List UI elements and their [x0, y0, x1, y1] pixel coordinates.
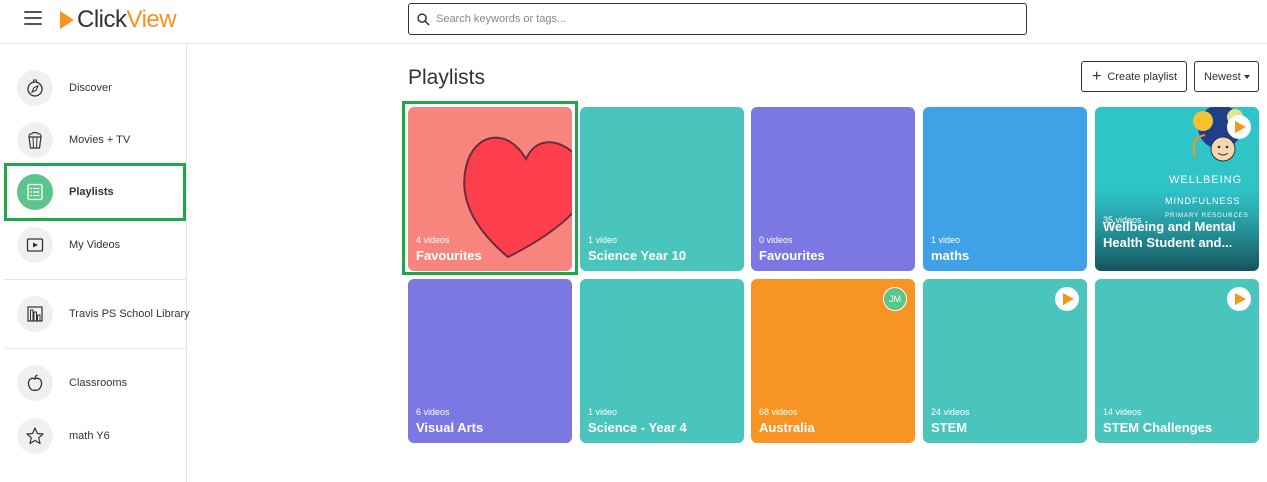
- card-title: STEM: [931, 420, 968, 435]
- logo-play-icon: [60, 11, 74, 29]
- heart-icon: [463, 136, 572, 259]
- search-input[interactable]: [436, 13, 1026, 25]
- menu-icon[interactable]: [24, 11, 42, 27]
- sidebar-item-classrooms[interactable]: Classrooms: [4, 357, 186, 409]
- sidebar-item-math-y6[interactable]: math Y6: [4, 410, 186, 462]
- logo-text-view: View: [126, 6, 177, 33]
- card-title: Australia: [759, 420, 815, 435]
- card-title: Science - Year 4: [588, 420, 687, 435]
- playlist-icon-wrap: [17, 174, 53, 210]
- sidebar-item-my-videos[interactable]: My Videos: [4, 219, 186, 271]
- card-title: Wellbeing and Mental Health Student and.…: [1103, 219, 1236, 250]
- top-bar: ClickView: [0, 0, 1267, 44]
- compass-icon-wrap: [17, 70, 53, 106]
- sidebar-divider: [4, 348, 186, 349]
- playlist-card-favourites[interactable]: 4 videos Favourites: [408, 107, 572, 271]
- card-video-count: 4 videos: [416, 235, 450, 245]
- card-video-count: 68 videos: [759, 407, 798, 417]
- popcorn-icon: [28, 131, 42, 149]
- plus-icon: +: [1092, 67, 1102, 85]
- playlist-card-visual-arts[interactable]: 6 videos Visual Arts: [408, 279, 572, 443]
- logo-text: ClickView: [77, 6, 177, 34]
- logo-text-click: Click: [77, 6, 127, 33]
- card-video-count: 1 video: [931, 235, 961, 245]
- apple-icon: [27, 374, 43, 391]
- playlist-card-favourites-2[interactable]: 0 videos Favourites: [751, 107, 915, 271]
- sidebar-divider: [4, 279, 186, 280]
- clickview-logo[interactable]: ClickView: [60, 6, 177, 34]
- play-icon[interactable]: [1055, 287, 1079, 311]
- star-icon-wrap: [17, 418, 53, 454]
- card-video-count: 14 videos: [1103, 407, 1142, 417]
- playlist-card-stem[interactable]: 24 videos STEM: [923, 279, 1087, 443]
- compass-icon: [27, 79, 43, 97]
- sort-dropdown[interactable]: Newest: [1194, 61, 1259, 92]
- playlist-card-stem-challenges[interactable]: 14 videos STEM Challenges: [1095, 279, 1259, 443]
- library-icon: [27, 306, 43, 322]
- play-icon[interactable]: [1227, 287, 1251, 311]
- playlist-icon: [27, 183, 43, 201]
- playlist-card-maths[interactable]: 1 video maths: [923, 107, 1087, 271]
- library-icon-wrap: [17, 296, 53, 332]
- sidebar-item-playlists[interactable]: Playlists: [4, 163, 186, 221]
- sidebar-item-school-library[interactable]: Travis PS School Library: [4, 288, 190, 340]
- card-title: maths: [931, 248, 970, 263]
- video-icon-wrap: [17, 227, 53, 263]
- playlist-card-wellbeing[interactable]: WELLBEING MINDFULNESS PRIMARY RESOURCES …: [1095, 107, 1259, 271]
- card-video-count: 1 video: [588, 235, 618, 245]
- playlist-card-australia[interactable]: JM 68 videos Australia: [751, 279, 915, 443]
- card-video-count: 6 videos: [416, 407, 450, 417]
- play-icon[interactable]: [1227, 115, 1251, 139]
- sidebar-item-label: Discover: [69, 82, 112, 94]
- sidebar-item-label: math Y6: [69, 430, 110, 442]
- create-playlist-button[interactable]: + Create playlist: [1081, 61, 1187, 92]
- create-playlist-label: Create playlist: [1107, 70, 1178, 83]
- card-video-count: 0 videos: [759, 235, 793, 245]
- search-box[interactable]: [408, 3, 1027, 35]
- sidebar-item-label: Travis PS School Library: [69, 308, 190, 320]
- playlist-card-science-year-10[interactable]: 1 video Science Year 10: [580, 107, 744, 271]
- sidebar-item-discover[interactable]: Discover: [4, 62, 186, 114]
- card-title: Science Year 10: [588, 248, 687, 263]
- popcorn-icon-wrap: [17, 122, 53, 158]
- search-icon: [417, 12, 430, 26]
- card-video-count: 24 videos: [931, 407, 970, 417]
- page-title: Playlists: [408, 66, 486, 89]
- star-icon: [26, 427, 44, 445]
- sidebar-item-movies-tv[interactable]: Movies + TV: [4, 114, 186, 166]
- playlist-card-science-year-4[interactable]: 1 video Science - Year 4: [580, 279, 744, 443]
- sidebar-item-label: Movies + TV: [69, 134, 131, 146]
- card-video-count: 1 video: [588, 407, 618, 417]
- caret-down-icon: [1243, 74, 1250, 79]
- video-icon: [26, 238, 44, 252]
- card-title: Favourites: [416, 248, 482, 263]
- apple-icon-wrap: [17, 365, 53, 401]
- sidebar-item-label: Classrooms: [69, 377, 128, 389]
- sidebar-item-label: Playlists: [69, 186, 114, 198]
- card-title: Visual Arts: [416, 420, 484, 435]
- sidebar-item-label: My Videos: [69, 239, 121, 251]
- avatar: JM: [883, 287, 907, 311]
- sidebar: Discover Movies + TV Playlists My Videos…: [0, 45, 190, 482]
- card-title: Favourites: [759, 248, 825, 263]
- card-title: STEM Challenges: [1103, 420, 1213, 435]
- thumbnail-text: MINDFULNESS: [1165, 196, 1241, 206]
- thumbnail-text: WELLBEING: [1169, 174, 1243, 186]
- sort-label: Newest: [1204, 70, 1241, 83]
